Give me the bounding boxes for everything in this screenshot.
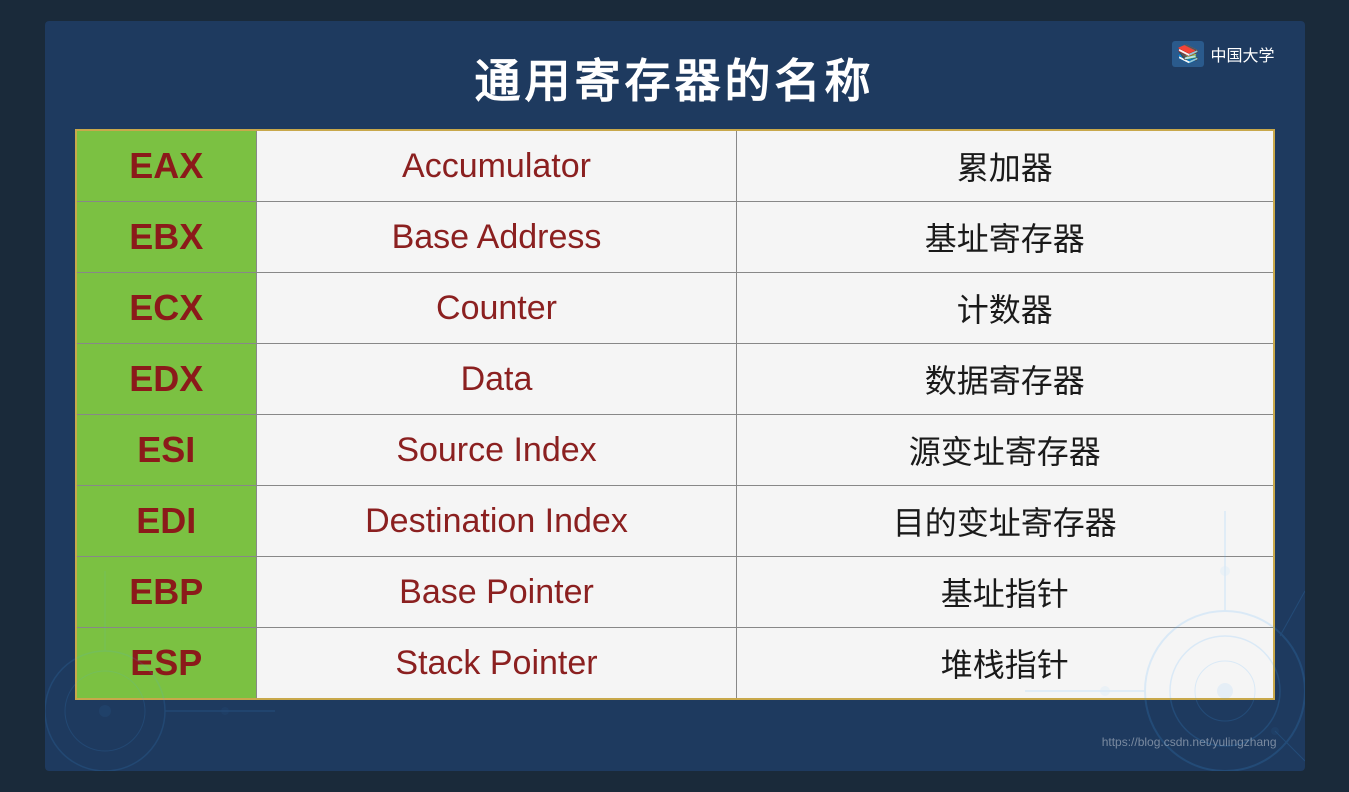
- table-row: ECXCounter计数器: [77, 273, 1273, 344]
- register-table-wrapper: EAXAccumulator累加器EBXBase Address基址寄存器ECX…: [75, 129, 1275, 700]
- title-area: 通用寄存器的名称 📚 中国大学: [75, 41, 1275, 111]
- table-row: EAXAccumulator累加器: [77, 131, 1273, 202]
- register-table: EAXAccumulator累加器EBXBase Address基址寄存器ECX…: [77, 131, 1273, 698]
- register-name-cell: EAX: [77, 131, 257, 202]
- logo-icon: 📚: [1172, 41, 1204, 67]
- register-name-cell: EBP: [77, 557, 257, 628]
- register-name-cell: EDX: [77, 344, 257, 415]
- register-chinese-cell: 堆栈指针: [737, 628, 1273, 699]
- register-english-cell: Base Address: [257, 202, 737, 273]
- watermark: https://blog.csdn.net/yulingzhang: [1102, 735, 1277, 749]
- register-chinese-cell: 基址寄存器: [737, 202, 1273, 273]
- register-chinese-cell: 基址指针: [737, 557, 1273, 628]
- register-name-cell: ESP: [77, 628, 257, 699]
- register-chinese-cell: 累加器: [737, 131, 1273, 202]
- register-english-cell: Accumulator: [257, 131, 737, 202]
- table-row: EBPBase Pointer基址指针: [77, 557, 1273, 628]
- table-row: EDXData数据寄存器: [77, 344, 1273, 415]
- register-chinese-cell: 源变址寄存器: [737, 415, 1273, 486]
- register-name-cell: EDI: [77, 486, 257, 557]
- table-row: ESPStack Pointer堆栈指针: [77, 628, 1273, 699]
- page-title: 通用寄存器的名称: [195, 41, 1155, 111]
- register-english-cell: Stack Pointer: [257, 628, 737, 699]
- logo-area: 📚 中国大学: [1155, 41, 1275, 67]
- register-name-cell: EBX: [77, 202, 257, 273]
- table-row: ESISource Index源变址寄存器: [77, 415, 1273, 486]
- main-container: 通用寄存器的名称 📚 中国大学 EAXAccumulator累加器EBXBase…: [45, 21, 1305, 771]
- table-row: EDIDestination Index目的变址寄存器: [77, 486, 1273, 557]
- register-name-cell: ESI: [77, 415, 257, 486]
- register-english-cell: Destination Index: [257, 486, 737, 557]
- register-english-cell: Counter: [257, 273, 737, 344]
- register-chinese-cell: 目的变址寄存器: [737, 486, 1273, 557]
- register-english-cell: Source Index: [257, 415, 737, 486]
- table-row: EBXBase Address基址寄存器: [77, 202, 1273, 273]
- register-name-cell: ECX: [77, 273, 257, 344]
- register-chinese-cell: 数据寄存器: [737, 344, 1273, 415]
- register-english-cell: Base Pointer: [257, 557, 737, 628]
- register-english-cell: Data: [257, 344, 737, 415]
- logo-text: 中国大学: [1210, 42, 1274, 66]
- register-chinese-cell: 计数器: [737, 273, 1273, 344]
